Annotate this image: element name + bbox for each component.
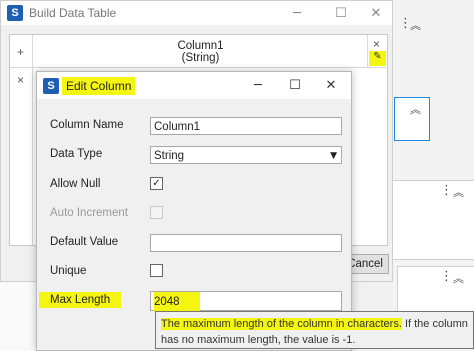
max-length-tooltip: The maximum length of the column in char… <box>155 311 474 349</box>
maximize-icon[interactable]: ☐ <box>277 72 313 99</box>
auto-increment-checkbox[interactable] <box>150 206 163 219</box>
minimize-icon[interactable]: ─ <box>279 1 315 25</box>
close-icon[interactable]: ✕ <box>358 1 394 25</box>
data-type-value: String <box>154 150 185 162</box>
check-icon: ✓ <box>152 178 161 189</box>
dialog-title: Edit Column <box>62 76 136 95</box>
max-length-value: 2048 <box>154 292 200 312</box>
chevron-down-icon: ▼ <box>330 151 337 161</box>
left-edge-strip <box>0 282 36 351</box>
column-header[interactable]: Column1 (String) <box>32 35 369 67</box>
data-type-select[interactable]: String ▼ <box>150 146 342 164</box>
unique-label: Unique <box>50 265 87 277</box>
app-icon: S <box>43 77 59 94</box>
add-row-icon[interactable]: + <box>17 45 24 59</box>
column-name-input[interactable]: Column1 <box>150 117 342 135</box>
panel-collapse-icon[interactable]: ︽ <box>453 184 464 200</box>
data-type-label: Data Type <box>50 148 103 160</box>
panel-collapse-icon[interactable]: ︽ <box>410 17 421 33</box>
app-icon: S <box>7 5 23 21</box>
max-length-input[interactable]: 2048 <box>150 291 342 312</box>
panel-collapse-icon[interactable]: ︽ <box>453 270 464 286</box>
edit-column-icon[interactable]: ✎ <box>369 51 386 66</box>
close-icon[interactable]: ✕ <box>313 72 349 99</box>
allow-null-checkbox[interactable]: ✓ <box>150 177 163 190</box>
cancel-button-label: Cancel <box>347 258 383 270</box>
default-value-label: Default Value <box>50 236 119 248</box>
column-header-name: Column1 <box>177 40 224 52</box>
column-header-type: (String) <box>181 52 220 64</box>
panel-collapse-icon[interactable]: ︽ <box>410 101 421 117</box>
panel-menu-icon[interactable]: ⋮ <box>440 183 453 198</box>
auto-increment-label: Auto Increment <box>50 207 128 219</box>
panel-menu-icon[interactable]: ⋮ <box>440 269 453 284</box>
tooltip-highlighted-text: The maximum length of the column in char… <box>161 318 402 330</box>
maximize-icon[interactable]: ☐ <box>323 1 359 25</box>
unique-checkbox[interactable] <box>150 264 163 277</box>
column-name-label: Column Name <box>50 119 124 131</box>
default-value-input[interactable] <box>150 234 342 252</box>
remove-column-icon[interactable]: × <box>373 37 380 51</box>
edit-column-dialog: S Edit Column ─ ☐ ✕ Column Name Column1 … <box>36 71 352 351</box>
max-length-label: Max Length <box>39 292 122 308</box>
minimize-icon[interactable]: ─ <box>240 72 276 99</box>
delete-row-icon[interactable]: × <box>17 73 24 87</box>
header-row-divider <box>10 67 387 68</box>
window-title: Build Data Table <box>29 6 117 20</box>
allow-null-label: Allow Null <box>50 178 101 190</box>
